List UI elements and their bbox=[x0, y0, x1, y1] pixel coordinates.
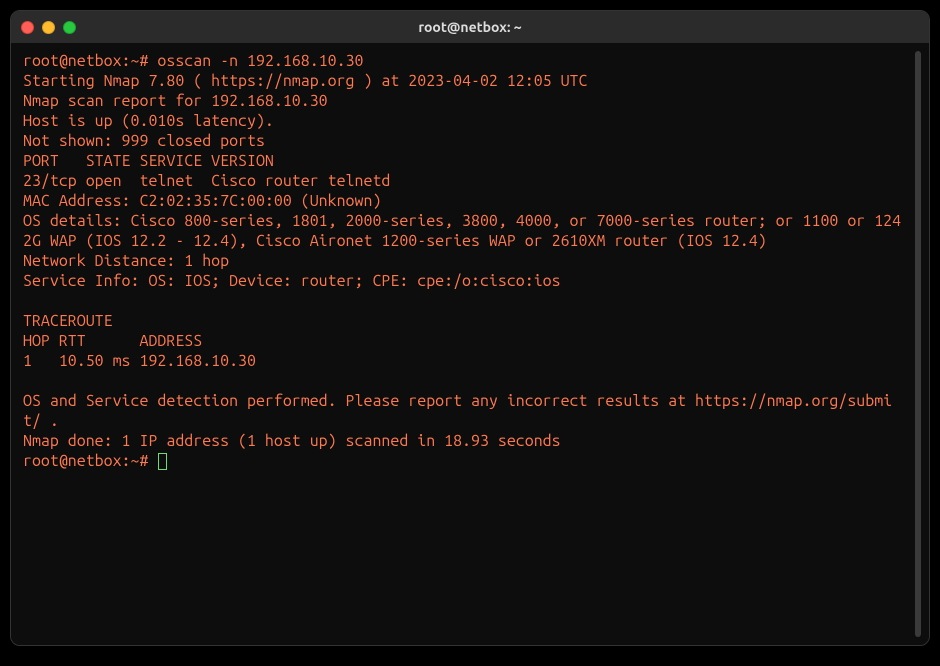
maximize-icon[interactable] bbox=[63, 21, 76, 34]
window-title: root@netbox: ~ bbox=[11, 19, 929, 35]
output-line: Host is up (0.010s latency). bbox=[23, 112, 274, 130]
output-line: HOP RTT ADDRESS bbox=[23, 332, 202, 350]
output-line: 1 10.50 ms 192.168.10.30 bbox=[23, 352, 256, 370]
output-line: Nmap done: 1 IP address (1 host up) scan… bbox=[23, 432, 561, 450]
output-line: Network Distance: 1 hop bbox=[23, 252, 229, 270]
output-line: Nmap scan report for 192.168.10.30 bbox=[23, 92, 328, 110]
output-line: Not shown: 999 closed ports bbox=[23, 132, 265, 150]
output-line: Service Info: OS: IOS; Device: router; C… bbox=[23, 272, 561, 290]
titlebar[interactable]: root@netbox: ~ bbox=[11, 11, 929, 43]
shell-prompt: root@netbox:~# bbox=[23, 52, 148, 70]
terminal-content[interactable]: root@netbox:~# osscan -n 192.168.10.30 S… bbox=[23, 51, 909, 637]
output-line: OS details: Cisco 800-series, 1801, 2000… bbox=[23, 212, 901, 250]
scrollbar[interactable] bbox=[913, 51, 923, 637]
terminal-body[interactable]: root@netbox:~# osscan -n 192.168.10.30 S… bbox=[11, 43, 929, 645]
minimize-icon[interactable] bbox=[42, 21, 55, 34]
terminal-window: root@netbox: ~ root@netbox:~# osscan -n … bbox=[10, 10, 930, 646]
output-line: OS and Service detection performed. Plea… bbox=[23, 392, 892, 430]
output-line: 23/tcp open telnet Cisco router telnetd bbox=[23, 172, 390, 190]
output-line: PORT STATE SERVICE VERSION bbox=[23, 152, 274, 170]
command-text: osscan -n 192.168.10.30 bbox=[157, 52, 363, 70]
cursor-icon bbox=[158, 453, 167, 470]
scrollbar-thumb[interactable] bbox=[915, 51, 921, 637]
window-controls bbox=[11, 21, 76, 34]
output-line: MAC Address: C2:02:35:7C:00:00 (Unknown) bbox=[23, 192, 381, 210]
close-icon[interactable] bbox=[21, 21, 34, 34]
shell-prompt: root@netbox:~# bbox=[23, 452, 148, 470]
output-line: Starting Nmap 7.80 ( https://nmap.org ) … bbox=[23, 72, 587, 90]
output-line: TRACEROUTE bbox=[23, 312, 113, 330]
